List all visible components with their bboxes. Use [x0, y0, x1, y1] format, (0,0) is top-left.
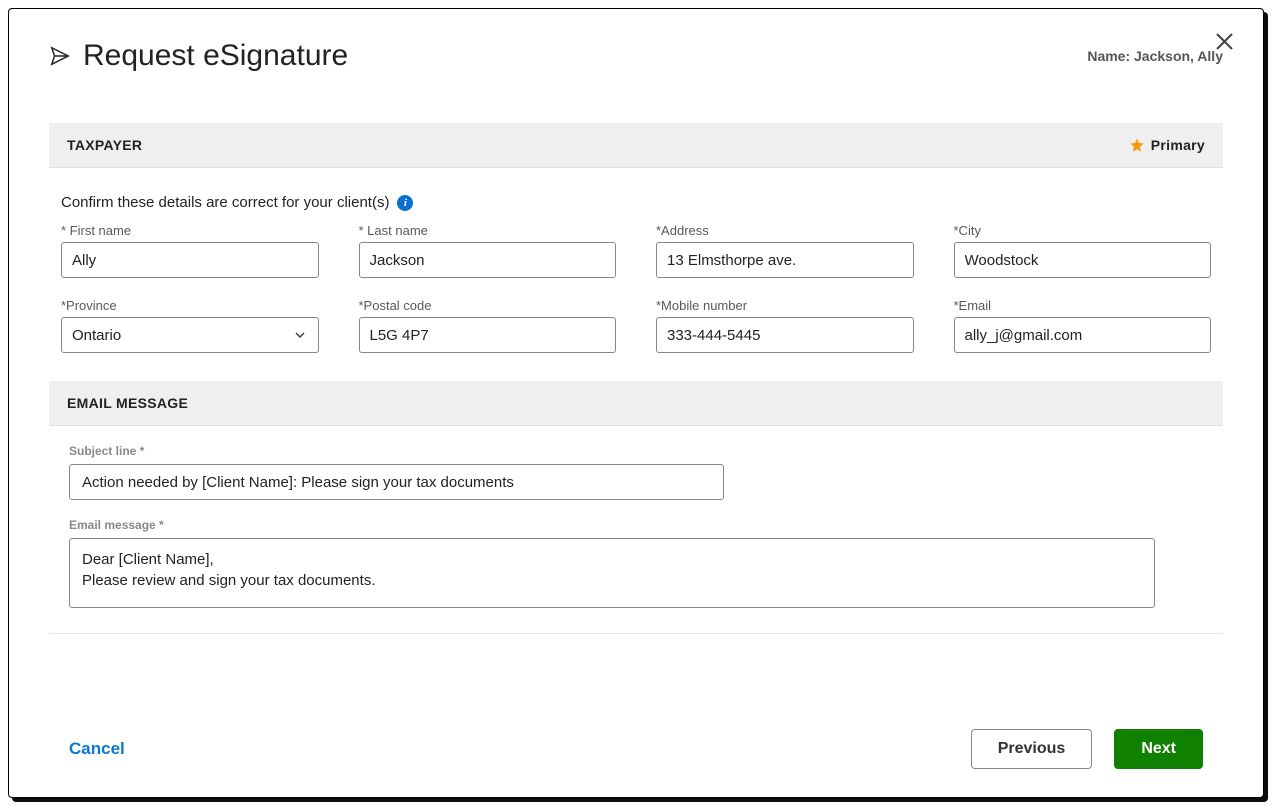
- postal-code-label: *Postal code: [359, 298, 617, 313]
- primary-badge: Primary: [1129, 137, 1205, 153]
- star-icon: [1129, 137, 1145, 153]
- taxpayer-section-header: TAXPAYER Primary: [49, 123, 1223, 168]
- chevron-down-icon: [292, 327, 308, 343]
- mobile-input[interactable]: [656, 317, 914, 353]
- close-button[interactable]: [1216, 33, 1233, 55]
- previous-button[interactable]: Previous: [971, 729, 1093, 769]
- email-heading: EMAIL MESSAGE: [67, 395, 188, 411]
- email-label: *Email: [954, 298, 1212, 313]
- esignature-modal: Request eSignature Name: Jackson, Ally T…: [8, 8, 1264, 798]
- send-icon: [49, 45, 71, 67]
- subject-input[interactable]: [69, 464, 724, 500]
- address-input[interactable]: [656, 242, 914, 278]
- cancel-button[interactable]: Cancel: [69, 739, 125, 759]
- mobile-label: *Mobile number: [656, 298, 914, 313]
- client-name-label: Name: Jackson, Ally: [1087, 48, 1223, 64]
- info-icon[interactable]: i: [397, 195, 413, 211]
- last-name-input[interactable]: [359, 242, 617, 278]
- email-section-header: EMAIL MESSAGE: [49, 381, 1223, 426]
- modal-footer: Cancel Previous Next: [69, 729, 1203, 769]
- postal-code-input[interactable]: [359, 317, 617, 353]
- city-input[interactable]: [954, 242, 1212, 278]
- page-title: Request eSignature: [83, 39, 348, 73]
- city-label: *City: [954, 223, 1212, 238]
- message-label: Email message *: [69, 518, 1203, 532]
- taxpayer-form: * First name * Last name *Address *City …: [49, 223, 1223, 353]
- email-input[interactable]: [954, 317, 1212, 353]
- province-select[interactable]: Ontario: [61, 317, 319, 353]
- close-icon: [1216, 33, 1233, 50]
- address-label: *Address: [656, 223, 914, 238]
- last-name-label: * Last name: [359, 223, 617, 238]
- taxpayer-heading: TAXPAYER: [67, 137, 142, 153]
- first-name-input[interactable]: [61, 242, 319, 278]
- modal-header: Request eSignature Name: Jackson, Ally: [49, 39, 1223, 73]
- subject-label: Subject line *: [69, 444, 1203, 458]
- next-button[interactable]: Next: [1114, 729, 1203, 769]
- first-name-label: * First name: [61, 223, 319, 238]
- email-message-section: EMAIL MESSAGE Subject line * Email messa…: [49, 381, 1223, 634]
- email-message-textarea[interactable]: [69, 538, 1155, 608]
- confirm-details-text: Confirm these details are correct for yo…: [61, 194, 1223, 211]
- province-label: *Province: [61, 298, 319, 313]
